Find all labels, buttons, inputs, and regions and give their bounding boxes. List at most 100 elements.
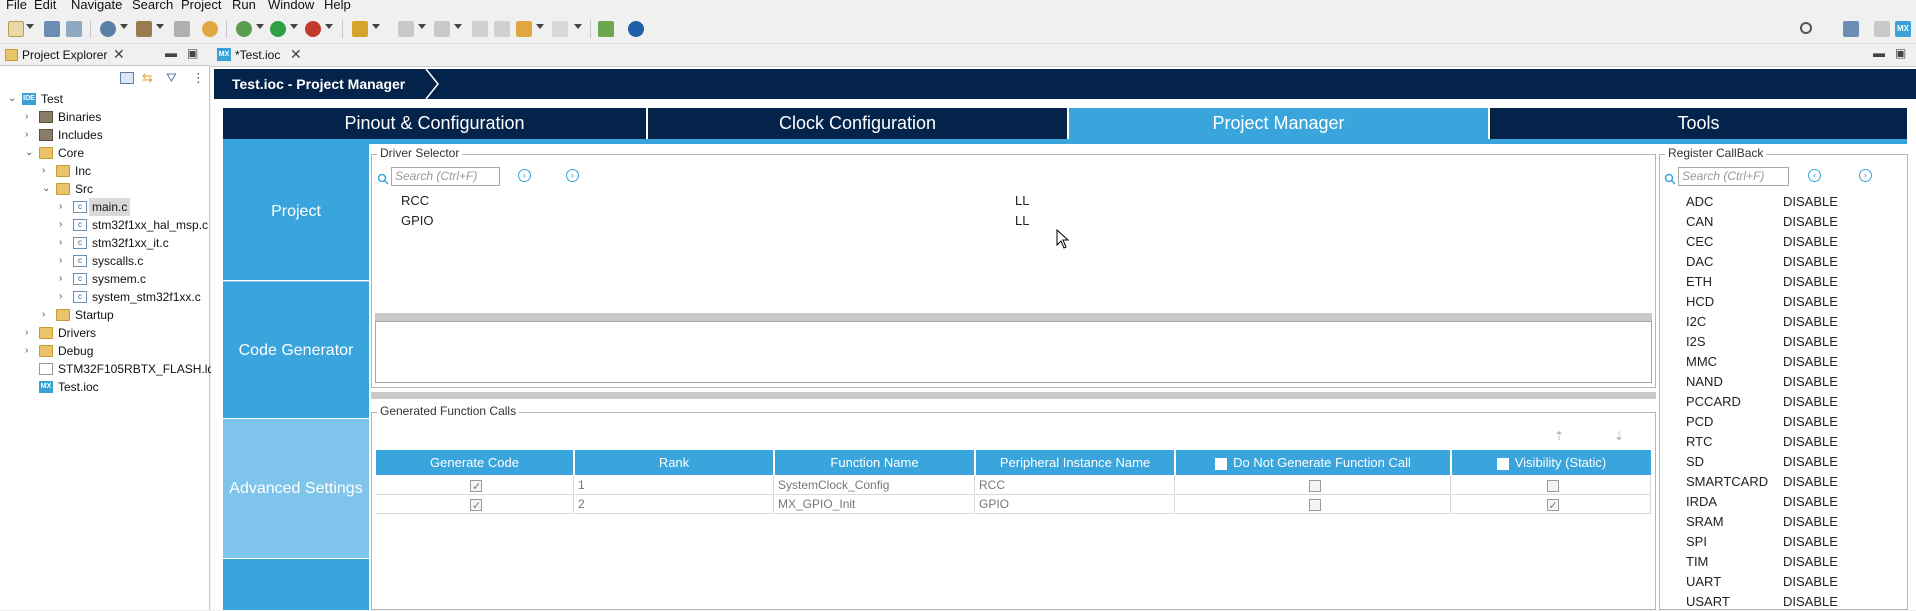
driver-value-rcc[interactable]: LL — [1015, 193, 1029, 208]
splitter-bar[interactable] — [375, 313, 1652, 321]
callback-value[interactable]: DISABLE — [1783, 534, 1838, 549]
back-arrow-icon[interactable] — [516, 21, 532, 37]
menu-edit[interactable]: Edit — [34, 0, 56, 12]
editor-tab-label[interactable]: *Test.ioc — [235, 48, 280, 62]
chevron-right-icon[interactable]: › — [25, 324, 35, 342]
forward-arrow-icon[interactable] — [552, 21, 568, 37]
chevron-down-icon[interactable] — [574, 24, 582, 29]
forward-edit-icon[interactable] — [494, 21, 510, 37]
chevron-down-icon[interactable] — [454, 24, 462, 29]
tree-item[interactable]: › c sysmem.c — [0, 270, 210, 288]
chevron-right-icon[interactable]: › — [25, 342, 35, 360]
menu-project[interactable]: Project — [181, 0, 221, 12]
maximize-icon[interactable]: ▣ — [187, 46, 198, 60]
chevron-down-icon[interactable] — [290, 24, 298, 29]
callback-value[interactable]: DISABLE — [1783, 594, 1838, 609]
tree-item[interactable]: › c main.c — [0, 198, 210, 216]
chevron-down-icon[interactable] — [256, 24, 264, 29]
save-all-icon[interactable] — [66, 21, 82, 37]
callback-value[interactable]: DISABLE — [1783, 414, 1838, 429]
driver-search-input[interactable]: Search (Ctrl+F) — [391, 167, 500, 186]
menu-navigate[interactable]: Navigate — [71, 0, 122, 12]
do-not-generate-all-checkbox[interactable] — [1215, 457, 1228, 470]
chevron-right-icon[interactable]: › — [25, 126, 35, 144]
chevron-right-icon[interactable]: › — [59, 252, 69, 270]
tab-clock-configuration[interactable]: Clock Configuration — [648, 108, 1067, 139]
tree-item[interactable]: › Includes — [0, 126, 210, 144]
callback-value[interactable]: DISABLE — [1783, 194, 1838, 209]
callback-value[interactable]: DISABLE — [1783, 514, 1838, 529]
cdt-perspective-icon[interactable] — [1874, 21, 1890, 37]
callback-value[interactable]: DISABLE — [1783, 354, 1838, 369]
prev-annotation-icon[interactable] — [434, 21, 450, 37]
save-icon[interactable] — [44, 21, 60, 37]
visibility-all-checkbox[interactable] — [1496, 457, 1509, 470]
chevron-down-icon[interactable] — [26, 24, 34, 29]
tab-pinout-configuration[interactable]: Pinout & Configuration — [223, 108, 646, 139]
callback-value[interactable]: DISABLE — [1783, 574, 1838, 589]
tree-item[interactable]: ⌄ Src — [0, 180, 210, 198]
visibility-checkbox[interactable] — [1546, 479, 1559, 492]
search-icon[interactable] — [1800, 22, 1812, 34]
do-not-generate-checkbox[interactable] — [1308, 479, 1321, 492]
chevron-down-icon[interactable]: ⌄ — [42, 180, 52, 198]
chevron-down-icon[interactable]: ⌄ — [25, 144, 35, 162]
external-tools-icon[interactable] — [305, 21, 321, 37]
callback-value[interactable]: DISABLE — [1783, 374, 1838, 389]
chevron-down-icon[interactable] — [120, 24, 128, 29]
horizontal-splitter[interactable] — [371, 392, 1656, 399]
tree-item[interactable]: › Debug — [0, 342, 210, 360]
next-annotation-icon[interactable] — [398, 21, 414, 37]
chevron-right-icon[interactable]: › — [59, 216, 69, 234]
close-icon[interactable]: ✕ — [113, 46, 125, 63]
visibility-checkbox[interactable] — [1546, 497, 1559, 516]
move-down-icon[interactable]: ⇣ — [1614, 429, 1624, 443]
grid-icon[interactable] — [174, 21, 190, 37]
debug-bug-icon[interactable] — [236, 21, 252, 37]
chevron-down-icon[interactable] — [418, 24, 426, 29]
tree-item[interactable]: › c stm32f1xx_it.c — [0, 234, 210, 252]
tree-item[interactable]: ⌄ Core — [0, 144, 210, 162]
wand-icon[interactable] — [352, 21, 368, 37]
tree-item[interactable]: ⌄ IDE Test — [0, 90, 210, 108]
tree-item[interactable]: › c stm32f1xx_hal_msp.c — [0, 216, 210, 234]
side-tab-advanced-settings[interactable]: Advanced Settings — [223, 419, 369, 558]
menu-run[interactable]: Run — [232, 0, 256, 12]
filter-icon[interactable]: ⛛ — [166, 71, 180, 85]
link-editor-icon[interactable]: ⇆ — [142, 71, 158, 85]
driver-value-gpio[interactable]: LL — [1015, 213, 1029, 228]
chevron-down-icon[interactable] — [156, 24, 164, 29]
mx-perspective-icon[interactable]: MX — [1895, 21, 1911, 37]
close-icon[interactable]: ✕ — [290, 46, 302, 63]
menu-search[interactable]: Search — [132, 0, 173, 12]
new-icon[interactable] — [8, 21, 24, 37]
maximize-icon[interactable]: ▣ — [1895, 46, 1906, 60]
callback-value[interactable]: DISABLE — [1783, 294, 1838, 309]
collapse-all-icon[interactable] — [120, 72, 134, 84]
search-prev-icon[interactable]: ‹ — [518, 169, 531, 182]
chevron-right-icon[interactable]: › — [42, 162, 52, 180]
callback-value[interactable]: DISABLE — [1783, 454, 1838, 469]
search-next-icon[interactable]: › — [566, 169, 579, 182]
last-edit-icon[interactable] — [472, 21, 488, 37]
info-icon[interactable] — [628, 21, 644, 37]
chevron-right-icon[interactable]: › — [59, 234, 69, 252]
menu-window[interactable]: Window — [268, 0, 314, 12]
callback-value[interactable]: DISABLE — [1783, 334, 1838, 349]
run-icon[interactable] — [270, 21, 286, 37]
menu-help[interactable]: Help — [324, 0, 351, 12]
chevron-right-icon[interactable]: › — [59, 198, 69, 216]
tree-item[interactable]: › Startup — [0, 306, 210, 324]
chevron-right-icon[interactable]: › — [59, 270, 69, 288]
side-tab-code-generator[interactable]: Code Generator — [223, 281, 369, 418]
callback-value[interactable]: DISABLE — [1783, 214, 1838, 229]
chevron-down-icon[interactable] — [536, 24, 544, 29]
perspective-icon[interactable] — [1843, 21, 1859, 37]
callback-value[interactable]: DISABLE — [1783, 254, 1838, 269]
build-hammer-icon[interactable] — [136, 21, 152, 37]
callback-value[interactable]: DISABLE — [1783, 554, 1838, 569]
generate-code-checkbox[interactable] — [470, 497, 482, 516]
do-not-generate-checkbox[interactable] — [1308, 498, 1321, 511]
minimize-icon[interactable]: ▬ — [165, 46, 177, 60]
chevron-right-icon[interactable]: › — [25, 108, 35, 126]
